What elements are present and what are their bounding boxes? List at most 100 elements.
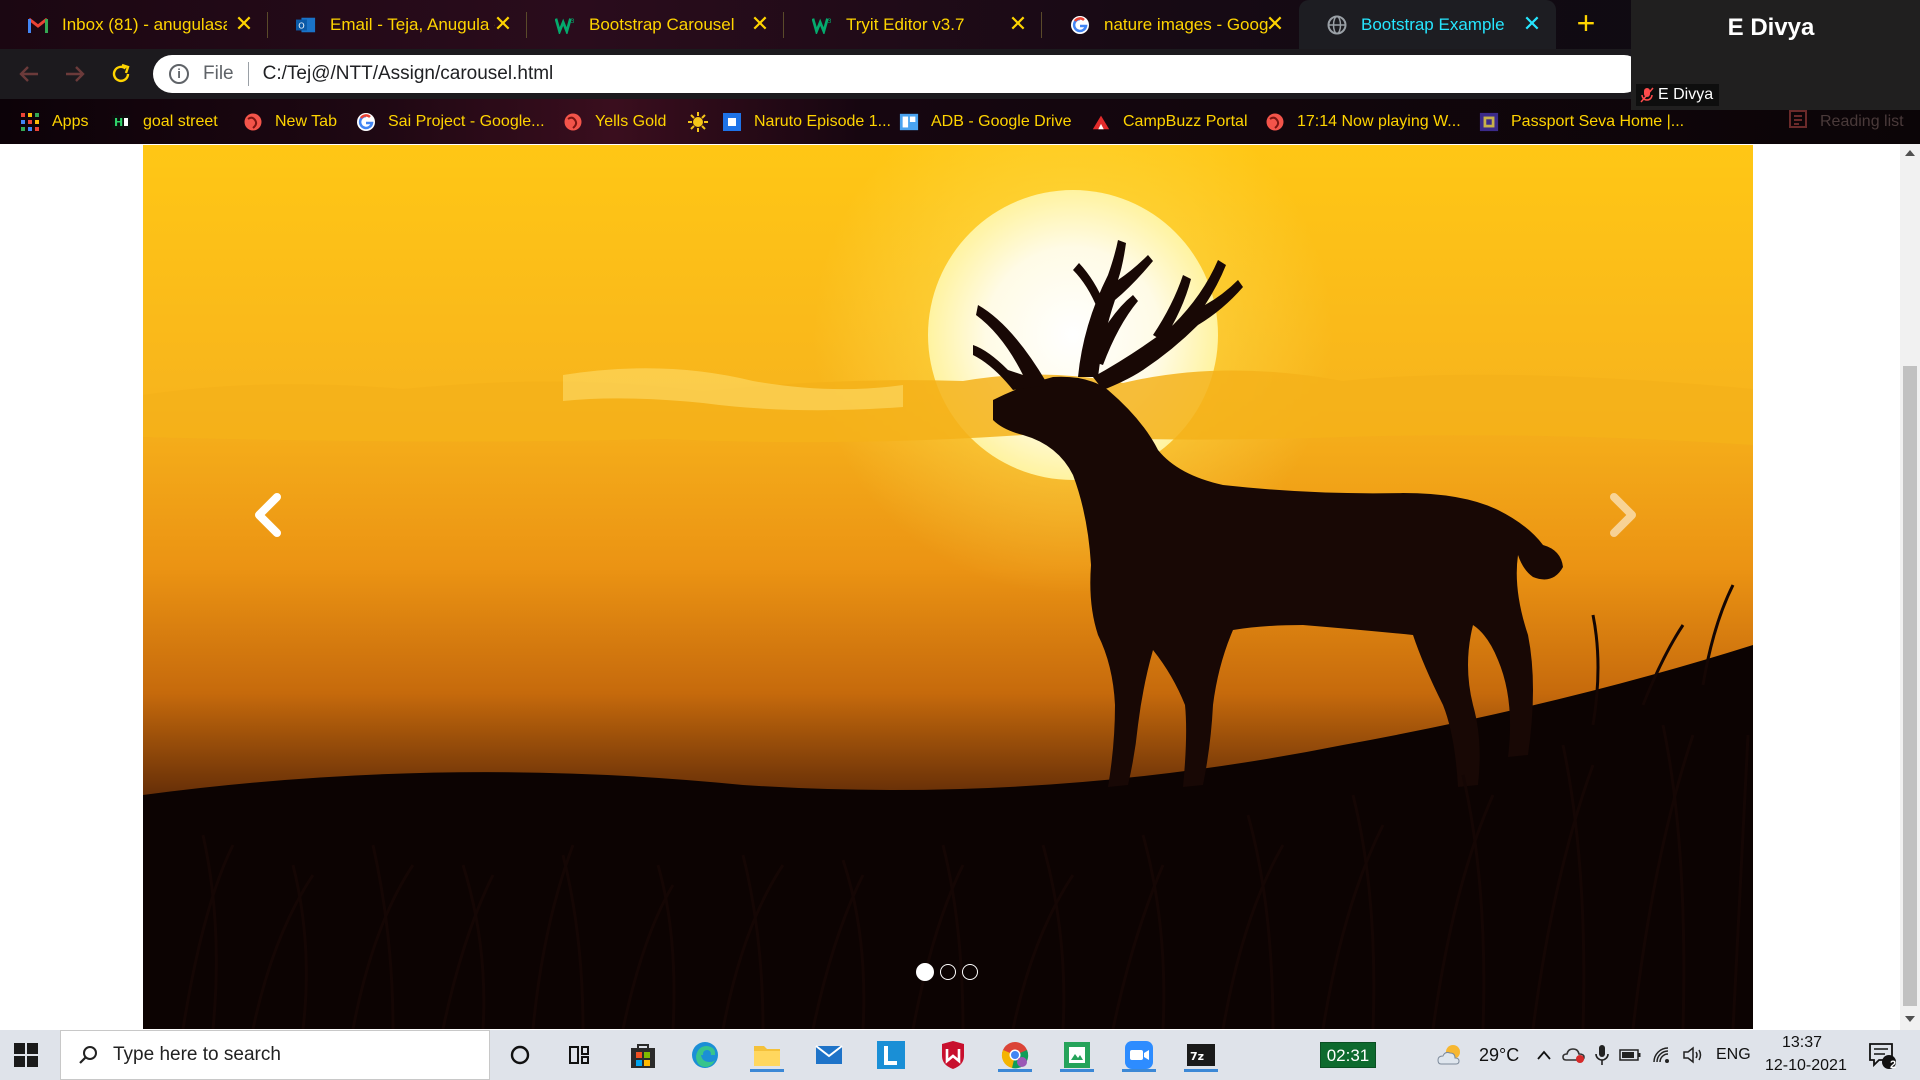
svg-text:O: O bbox=[298, 20, 304, 30]
carousel-indicator-2[interactable] bbox=[940, 964, 956, 980]
wifi-icon bbox=[1653, 1047, 1669, 1063]
bookmark-campbuzz[interactable]: CampBuzz Portal bbox=[1091, 109, 1248, 135]
bookmark-apps[interactable]: Apps bbox=[20, 109, 88, 135]
forward-arrow-icon bbox=[66, 66, 85, 82]
taskbar-mcafee[interactable] bbox=[936, 1038, 970, 1072]
tab-bootstrap-example[interactable]: Bootstrap Example ✕ bbox=[1299, 0, 1556, 49]
taskbar-zoom[interactable] bbox=[1122, 1038, 1156, 1072]
taskbar-edge[interactable] bbox=[688, 1038, 722, 1072]
forward-button[interactable] bbox=[62, 61, 88, 87]
tab-nature-images[interactable]: nature images - Google ✕ bbox=[1042, 0, 1299, 49]
folder-icon bbox=[754, 1046, 780, 1066]
zoom-icon bbox=[1125, 1041, 1153, 1069]
notification-center-button[interactable]: 2 bbox=[1864, 1038, 1900, 1072]
back-button[interactable] bbox=[16, 61, 42, 87]
weather-widget[interactable] bbox=[1434, 1038, 1468, 1072]
input-language[interactable]: ENG bbox=[1716, 1046, 1751, 1064]
bookmark-label: Naruto Episode 1... bbox=[754, 113, 891, 130]
taskbar-store[interactable] bbox=[626, 1038, 660, 1072]
cortana-button[interactable] bbox=[503, 1038, 537, 1072]
close-icon[interactable]: ✕ bbox=[750, 13, 770, 35]
clock-time[interactable]: 13:37 bbox=[1782, 1034, 1822, 1052]
bookmark-label: ADB - Google Drive bbox=[931, 113, 1072, 130]
vertical-scrollbar[interactable] bbox=[1900, 144, 1920, 1030]
store-icon bbox=[631, 1044, 655, 1068]
tray-volume[interactable] bbox=[1679, 1038, 1707, 1072]
tab-tryit-editor[interactable]: 3 Tryit Editor v3.7 ✕ bbox=[784, 0, 1042, 49]
carousel-next-button[interactable] bbox=[1593, 475, 1653, 555]
desktop: Inbox (81) - anugulasaite ✕ O Email - Te… bbox=[0, 0, 1920, 1080]
scroll-up-icon[interactable] bbox=[1905, 150, 1915, 156]
address-bar[interactable]: i File C:/Tej@/NTT/Assign/carousel.html bbox=[153, 55, 1643, 93]
windows-start-button[interactable] bbox=[14, 1043, 38, 1067]
taskbar-file-explorer[interactable] bbox=[750, 1038, 784, 1072]
globe-icon bbox=[1265, 112, 1285, 132]
close-icon[interactable]: ✕ bbox=[1008, 13, 1028, 35]
scroll-down-icon[interactable] bbox=[1905, 1016, 1915, 1022]
bookmark-now-playing[interactable]: 17:14 Now playing W... bbox=[1265, 109, 1461, 135]
bookmark-naruto[interactable]: Naruto Episode 1... bbox=[722, 109, 891, 135]
square-icon bbox=[722, 112, 742, 132]
tab-title: Bootstrap Carousel bbox=[589, 14, 735, 34]
bookmark-label: New Tab bbox=[275, 113, 337, 130]
tray-microphone[interactable] bbox=[1590, 1038, 1614, 1072]
scrollbar-thumb[interactable] bbox=[1903, 366, 1917, 1006]
close-icon[interactable]: ✕ bbox=[234, 13, 254, 35]
url-text[interactable]: C:/Tej@/NTT/Assign/carousel.html bbox=[263, 63, 554, 85]
tray-onedrive[interactable] bbox=[1560, 1038, 1588, 1072]
speaker-icon bbox=[1683, 1046, 1702, 1064]
close-icon[interactable]: ✕ bbox=[1265, 13, 1285, 35]
taskbar-search-box[interactable]: Type here to search bbox=[60, 1030, 490, 1080]
bookmark-adb-drive[interactable]: ADB - Google Drive bbox=[899, 109, 1072, 135]
reload-button[interactable] bbox=[108, 61, 134, 87]
reading-list-icon bbox=[1788, 109, 1808, 134]
tray-overflow-button[interactable] bbox=[1532, 1038, 1556, 1072]
bookmark-passport-seva[interactable]: Passport Seva Home |... bbox=[1479, 109, 1684, 135]
video-call-overlay[interactable]: E Divya E Divya bbox=[1631, 0, 1920, 110]
bookmark-sun[interactable] bbox=[688, 109, 708, 135]
close-icon[interactable]: ✕ bbox=[1522, 13, 1542, 35]
taskbar-image-viewer[interactable] bbox=[1060, 1038, 1094, 1072]
tab-title: Email - Teja, Anugula - C bbox=[330, 14, 495, 34]
tab-email[interactable]: O Email - Teja, Anugula - C ✕ bbox=[268, 0, 527, 49]
tab-bootstrap-carousel[interactable]: 3 Bootstrap Carousel ✕ bbox=[527, 0, 784, 49]
info-icon[interactable]: i bbox=[169, 64, 189, 84]
w3schools-icon: 3 bbox=[555, 15, 575, 35]
chevron-right-icon bbox=[1610, 493, 1636, 537]
carousel-indicator-1[interactable] bbox=[916, 963, 934, 981]
battery-icon bbox=[1619, 1049, 1641, 1061]
chrome-icon bbox=[1001, 1042, 1029, 1069]
campbuzz-icon bbox=[1091, 112, 1111, 132]
svg-text:3: 3 bbox=[570, 18, 574, 25]
image-carousel bbox=[143, 145, 1753, 1029]
taskbar-l-app[interactable] bbox=[874, 1038, 908, 1072]
bookmark-goal-street[interactable]: H goal street bbox=[111, 109, 218, 135]
tray-wifi[interactable] bbox=[1649, 1038, 1675, 1072]
carousel-indicators bbox=[916, 963, 978, 981]
taskbar-chrome[interactable] bbox=[998, 1038, 1032, 1072]
carousel-prev-button[interactable] bbox=[238, 475, 298, 555]
svg-text:7z: 7z bbox=[1190, 1050, 1204, 1063]
taskbar-7zip[interactable]: 7z bbox=[1184, 1038, 1218, 1072]
bookmark-yells-gold[interactable]: Yells Gold bbox=[563, 109, 666, 135]
task-view-button[interactable] bbox=[562, 1038, 596, 1072]
close-icon[interactable]: ✕ bbox=[493, 13, 513, 35]
url-divider bbox=[247, 62, 249, 86]
name-tag-text: E Divya bbox=[1658, 86, 1714, 103]
reading-list-button[interactable]: Reading list bbox=[1788, 109, 1904, 134]
bookmark-new-tab[interactable]: New Tab bbox=[243, 109, 337, 135]
bookmark-sai-project[interactable]: Sai Project - Google... bbox=[356, 109, 545, 135]
svg-text:3: 3 bbox=[827, 18, 831, 25]
recording-timer[interactable]: 02:31 bbox=[1320, 1042, 1376, 1068]
carousel-indicator-3[interactable] bbox=[962, 964, 978, 980]
running-indicator bbox=[1122, 1069, 1156, 1072]
tray-battery[interactable] bbox=[1617, 1038, 1643, 1072]
image-viewer-icon bbox=[1064, 1042, 1090, 1068]
google-icon bbox=[356, 112, 376, 132]
new-tab-button[interactable]: + bbox=[1572, 7, 1600, 39]
running-indicator bbox=[1184, 1069, 1218, 1072]
taskbar-mail[interactable] bbox=[812, 1038, 846, 1072]
bookmark-label: Yells Gold bbox=[595, 113, 667, 130]
clock-date[interactable]: 12-10-2021 bbox=[1765, 1057, 1847, 1075]
tab-inbox[interactable]: Inbox (81) - anugulasaite ✕ bbox=[0, 0, 268, 49]
